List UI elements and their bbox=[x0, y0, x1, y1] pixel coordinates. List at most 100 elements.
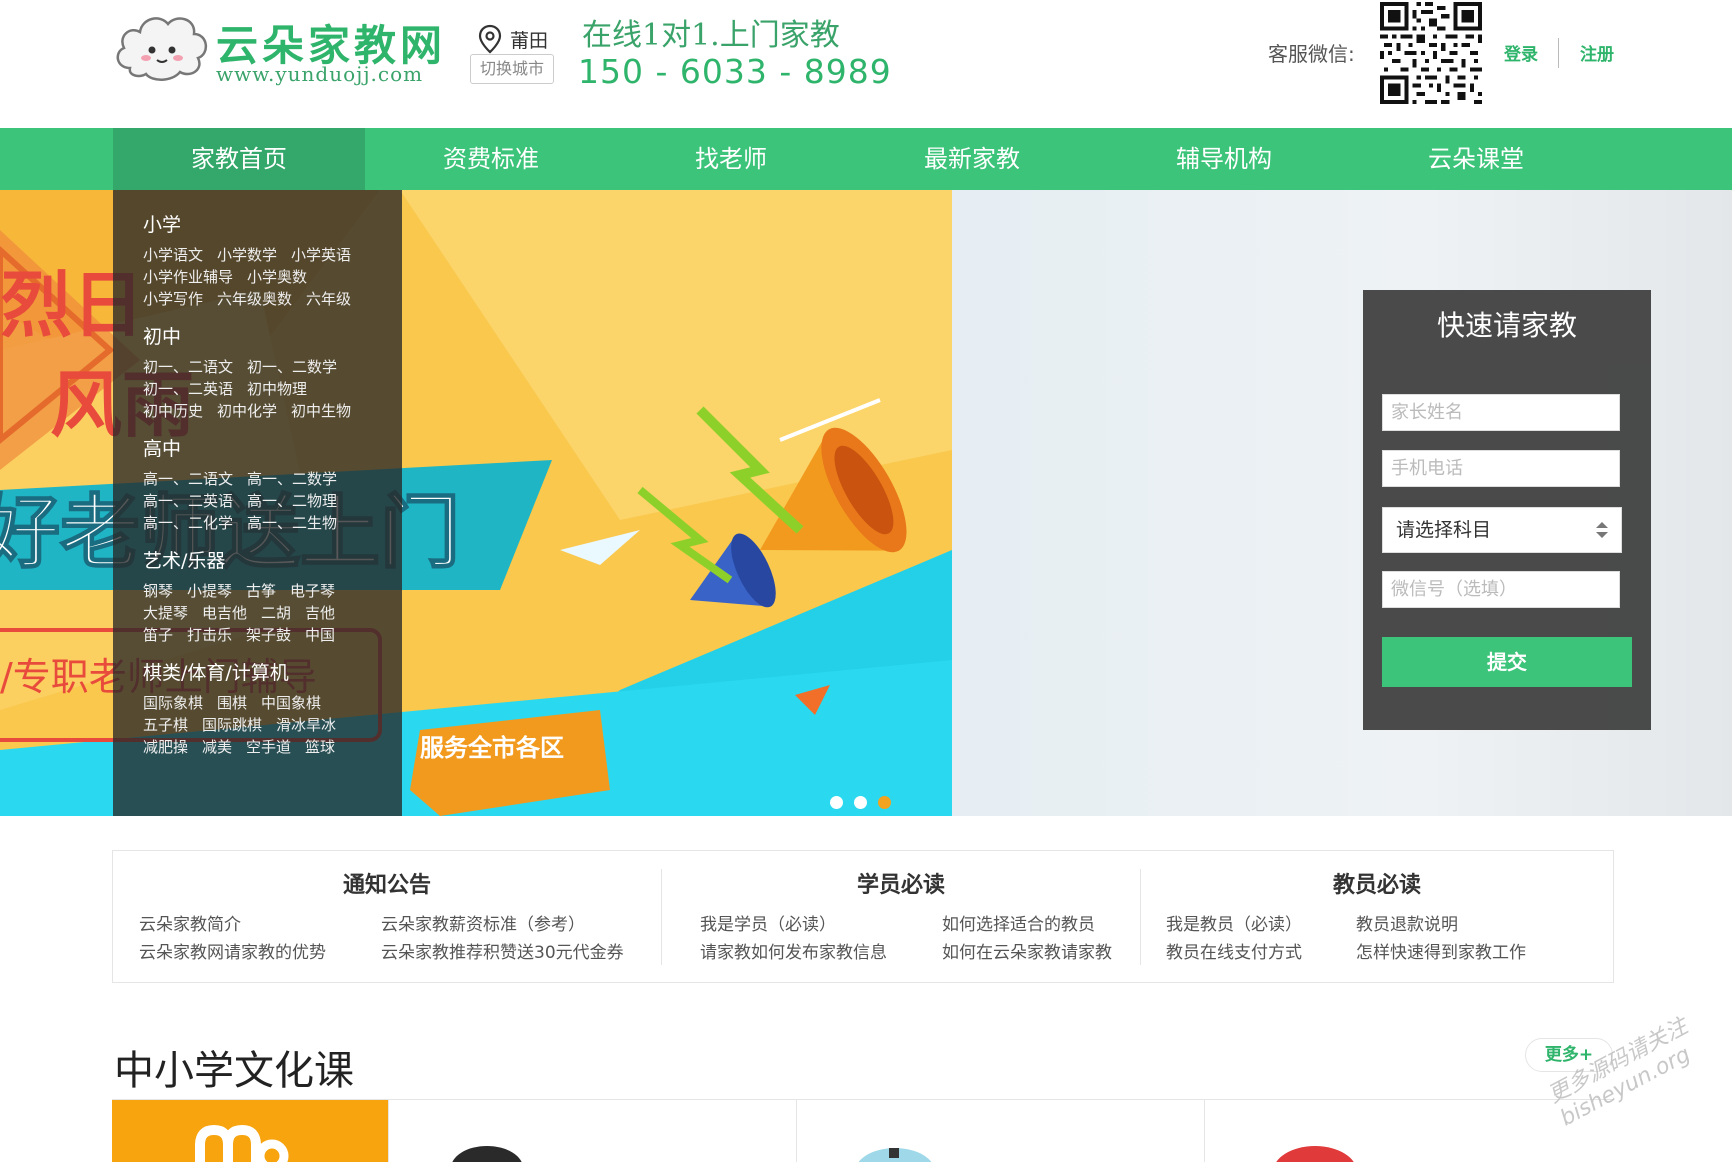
category-link[interactable]: 初中历史 bbox=[143, 402, 203, 420]
nav-item-latest-jobs[interactable]: 最新家教 bbox=[846, 128, 1098, 190]
site-logo[interactable]: 云朵家教网 www.yunduojj.com bbox=[112, 6, 442, 86]
category-link[interactable]: 高一、二数学 bbox=[247, 470, 337, 488]
page: 云朵家教网 www.yunduojj.com 莆田 切换城市 在线1对1.上门家… bbox=[0, 0, 1732, 1162]
notice-link[interactable]: 我是教员（必读） bbox=[1166, 910, 1302, 935]
notice-link[interactable]: 云朵家教网请家教的优势 bbox=[139, 938, 326, 963]
category-link[interactable]: 吉他 bbox=[305, 604, 335, 622]
nav-item-pricing[interactable]: 资费标准 bbox=[365, 128, 617, 190]
slider-dot-3[interactable] bbox=[878, 796, 891, 809]
submit-button[interactable]: 提交 bbox=[1382, 637, 1632, 687]
category-title[interactable]: 初中 bbox=[143, 322, 402, 352]
category-link[interactable]: 初一、二英语 bbox=[143, 380, 233, 398]
category-link[interactable]: 初中生物 bbox=[291, 402, 351, 420]
category-link[interactable]: 钢琴 bbox=[143, 582, 173, 600]
auth-divider bbox=[1558, 38, 1559, 68]
parent-name-input[interactable] bbox=[1382, 394, 1620, 431]
login-link[interactable]: 登录 bbox=[1504, 40, 1538, 65]
category-link[interactable]: 架子鼓 bbox=[246, 626, 291, 644]
category-link[interactable]: 滑冰旱冰 bbox=[276, 716, 336, 734]
category-link[interactable]: 围棋 bbox=[217, 694, 247, 712]
nav-item-classroom[interactable]: 云朵课堂 bbox=[1350, 128, 1602, 190]
category-chess-sports: 棋类/体育/计算机 国际象棋 围棋 中国象棋五子棋 国际跳棋 滑冰旱冰减肥操 减美 空手道篮… bbox=[143, 658, 402, 758]
notice-column-teachers: 教员必读 我是教员（必读） 教员退款说明 教员在线支付方式 怎样快速得到家教工作 bbox=[1141, 851, 1613, 984]
category-link[interactable]: 六年级奥数 bbox=[217, 290, 292, 308]
logo-url: www.yunduojj.com bbox=[216, 62, 424, 86]
category-link[interactable]: 二胡 bbox=[261, 604, 291, 622]
category-link[interactable]: 减肥操 bbox=[143, 738, 188, 756]
quick-request-form: 快速请家教 请选择科目 提交 bbox=[1363, 290, 1651, 730]
notice-link[interactable]: 怎样快速得到家教工作 bbox=[1356, 938, 1526, 963]
category-link[interactable]: 国际跳棋 bbox=[202, 716, 262, 734]
course-card-image bbox=[452, 1146, 522, 1162]
category-link[interactable]: 小学数学 bbox=[217, 246, 277, 264]
course-card[interactable] bbox=[388, 1100, 796, 1162]
category-link[interactable]: 笛子 bbox=[143, 626, 173, 644]
category-senior: 高中 高一、二语文 高一、二数学高一、二英语 高一、二物理高一、二化学 高一、二生物 bbox=[143, 434, 402, 534]
category-links: 钢琴 小提琴 古筝 电子琴大提琴 电吉他 二胡 吉他笛子 打击乐 架子鼓 中国 bbox=[143, 580, 367, 646]
category-title[interactable]: 高中 bbox=[143, 434, 402, 464]
category-link[interactable]: 小提琴 bbox=[187, 582, 232, 600]
category-link[interactable]: 小学奥数 bbox=[247, 268, 307, 286]
category-link[interactable]: 高一、二化学 bbox=[143, 514, 233, 532]
notice-link[interactable]: 我是学员（必读） bbox=[700, 910, 836, 935]
notice-link[interactable]: 云朵家教简介 bbox=[139, 910, 241, 935]
category-link[interactable]: 古筝 bbox=[246, 582, 276, 600]
category-title[interactable]: 棋类/体育/计算机 bbox=[143, 658, 402, 688]
category-link[interactable]: 打击乐 bbox=[187, 626, 232, 644]
phone-input[interactable] bbox=[1382, 450, 1620, 487]
notice-link[interactable]: 如何在云朵家教请家教 bbox=[942, 938, 1112, 963]
category-title[interactable]: 小学 bbox=[143, 210, 402, 240]
category-link[interactable]: 初一、二语文 bbox=[143, 358, 233, 376]
wechat-input[interactable] bbox=[1382, 571, 1620, 608]
category-link[interactable]: 电子琴 bbox=[290, 582, 335, 600]
category-link[interactable]: 高一、二物理 bbox=[247, 492, 337, 510]
category-link[interactable]: 电吉他 bbox=[202, 604, 247, 622]
category-link[interactable]: 小学写作 bbox=[143, 290, 203, 308]
notice-link[interactable]: 如何选择适合的教员 bbox=[942, 910, 1095, 935]
current-city: 莆田 bbox=[510, 30, 549, 52]
course-card[interactable] bbox=[796, 1100, 1204, 1162]
category-link[interactable]: 初中化学 bbox=[217, 402, 277, 420]
category-link[interactable]: 高一、二生物 bbox=[247, 514, 337, 532]
nav-item-home[interactable]: 家教首页 bbox=[113, 128, 365, 190]
slider-dots bbox=[830, 796, 910, 810]
notice-link[interactable]: 请家教如何发布家教信息 bbox=[700, 938, 887, 963]
course-card[interactable] bbox=[1204, 1100, 1614, 1162]
category-link[interactable]: 初中物理 bbox=[247, 380, 307, 398]
notice-link[interactable]: 教员退款说明 bbox=[1356, 910, 1458, 935]
category-link[interactable]: 减美 bbox=[202, 738, 232, 756]
nav-item-find-teacher[interactable]: 找老师 bbox=[605, 128, 857, 190]
register-link[interactable]: 注册 bbox=[1580, 40, 1614, 65]
wechat-qrcode bbox=[1380, 2, 1482, 104]
subject-select[interactable]: 请选择科目 bbox=[1382, 507, 1622, 553]
course-card[interactable] bbox=[112, 1100, 388, 1162]
category-link[interactable]: 空手道 bbox=[246, 738, 291, 756]
category-junior: 初中 初一、二语文初一、二数学初一、二英语初中物理初中历史初中化学初中生物初 bbox=[143, 322, 402, 422]
category-link[interactable]: 国际象棋 bbox=[143, 694, 203, 712]
notice-column-students: 学员必读 我是学员（必读） 如何选择适合的教员 请家教如何发布家教信息 如何在云… bbox=[662, 851, 1140, 984]
slider-dot-1[interactable] bbox=[830, 796, 843, 809]
category-link[interactable]: 小学英语 bbox=[291, 246, 351, 264]
category-link[interactable]: 中国象棋 bbox=[261, 694, 321, 712]
category-link[interactable]: 高一、二语文 bbox=[143, 470, 233, 488]
category-link[interactable]: 高一、二英语 bbox=[143, 492, 233, 510]
nav-item-institutions[interactable]: 辅导机构 bbox=[1098, 128, 1350, 190]
slogan: 在线1对1.上门家教 bbox=[582, 18, 840, 53]
category-link[interactable]: 初一、二数学 bbox=[247, 358, 337, 376]
notice-link[interactable]: 云朵家教推荐积赞送30元代金券 bbox=[381, 938, 624, 963]
course-card-image bbox=[1276, 1146, 1354, 1162]
category-link[interactable]: 中国 bbox=[305, 626, 335, 644]
column-title: 教员必读 bbox=[1332, 873, 1421, 898]
notice-link[interactable]: 教员在线支付方式 bbox=[1166, 938, 1302, 963]
category-link[interactable]: 五子棋 bbox=[143, 716, 188, 734]
category-link[interactable]: 篮球 bbox=[305, 738, 335, 756]
category-title[interactable]: 艺术/乐器 bbox=[143, 546, 402, 576]
category-link[interactable]: 大提琴 bbox=[143, 604, 188, 622]
notice-link[interactable]: 云朵家教薪资标准（参考） bbox=[381, 910, 585, 935]
switch-city-button[interactable]: 切换城市 bbox=[470, 54, 554, 84]
category-link[interactable]: 小学语文 bbox=[143, 246, 203, 264]
category-link[interactable]: 小学作业辅导 bbox=[143, 268, 233, 286]
category-arts: 艺术/乐器 钢琴 小提琴 古筝 电子琴大提琴 电吉他 二胡 吉他笛子 打击乐 架子鼓 中国 bbox=[143, 546, 402, 646]
category-link[interactable]: 六年级 bbox=[306, 290, 351, 308]
slider-dot-2[interactable] bbox=[854, 796, 867, 809]
